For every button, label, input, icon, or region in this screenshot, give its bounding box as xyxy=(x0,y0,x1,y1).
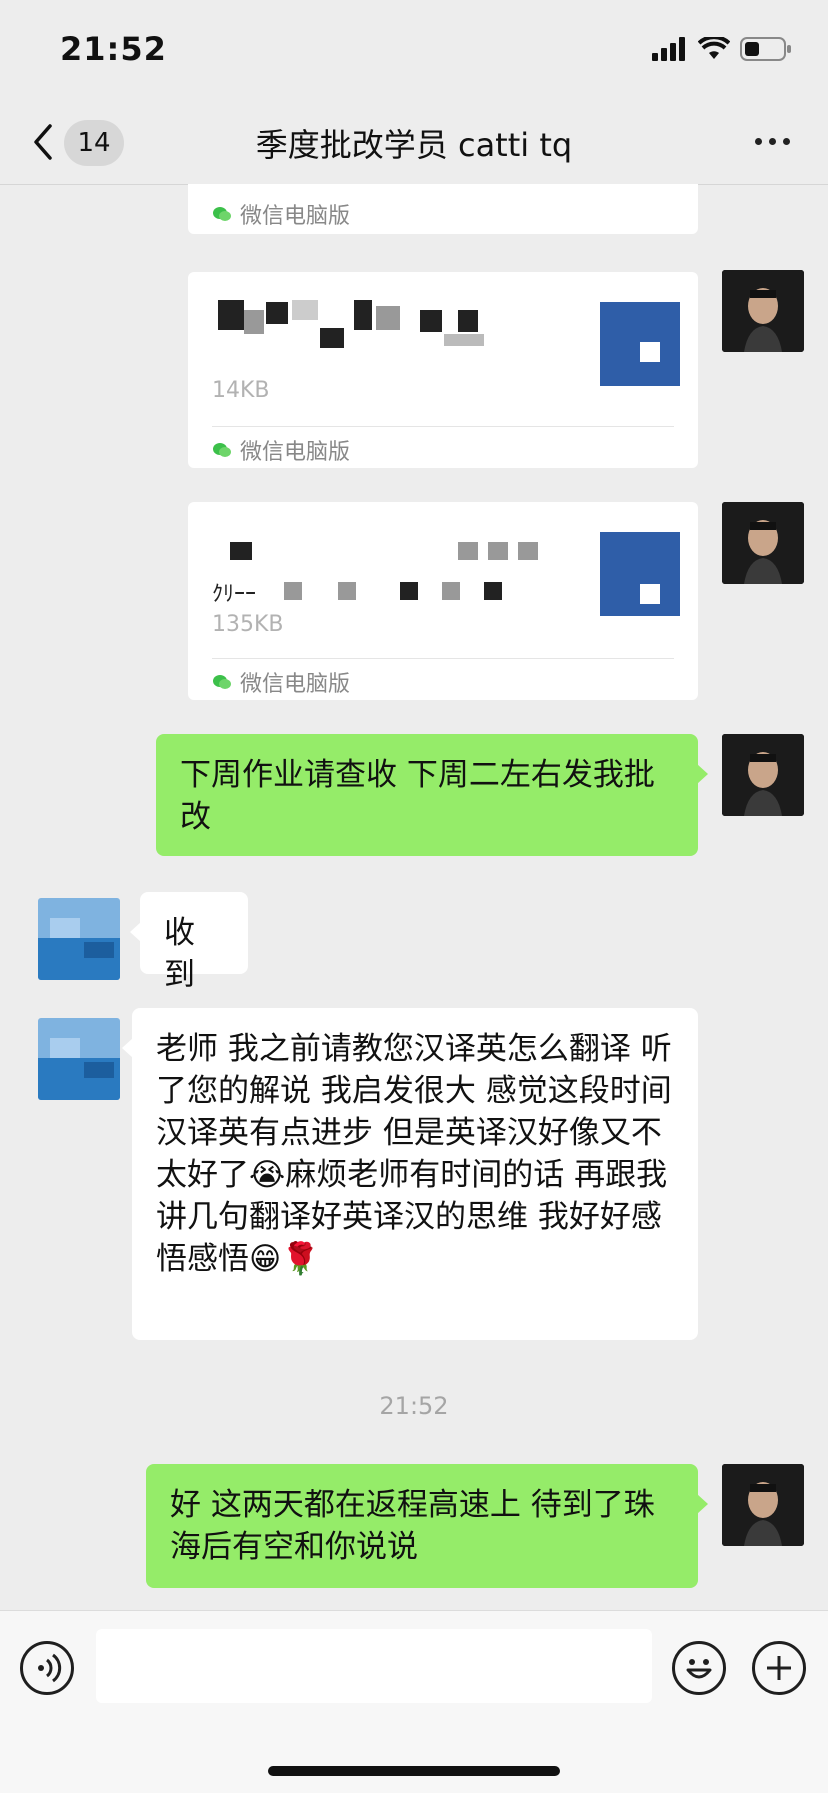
avatar[interactable] xyxy=(722,734,804,816)
message-input[interactable] xyxy=(96,1629,652,1703)
plus-icon[interactable] xyxy=(752,1641,806,1695)
message-text: 收到 xyxy=(164,915,195,993)
file-source-label: 微信电脑版 xyxy=(240,204,351,229)
file-message[interactable]: ｸﾘｰｰ 135KB 微信电脑版 xyxy=(188,502,698,700)
wechat-icon xyxy=(213,675,231,689)
emoji-icon[interactable] xyxy=(672,1641,726,1695)
avatar[interactable] xyxy=(722,1464,804,1546)
message-text: 老师 我之前请教您汉译英怎么翻译 听了您的解说 我启发很大 感觉这段时间汉译英有… xyxy=(156,1031,672,1277)
file-icon xyxy=(600,302,680,386)
message-bubble[interactable]: 收到 xyxy=(130,892,248,993)
file-size: 135KB xyxy=(212,612,284,637)
file-source-label: 微信电脑版 xyxy=(240,440,351,465)
file-icon xyxy=(600,532,680,616)
avatar[interactable] xyxy=(38,1018,120,1100)
message-text: 下周作业请查收 下周二左右发我批改 xyxy=(180,757,655,835)
file-source-label: 微信电脑版 xyxy=(240,672,351,697)
message-timestamp: 21:52 xyxy=(379,1392,449,1420)
wechat-icon xyxy=(213,443,231,457)
status-time: 21:52 xyxy=(60,30,167,68)
signal-icon xyxy=(652,37,685,61)
avatar[interactable] xyxy=(722,502,804,584)
message-text: 好 这两天都在返程高速上 待到了珠海后有空和你说说 xyxy=(170,1487,655,1565)
wechat-icon xyxy=(213,207,231,221)
more-icon[interactable] xyxy=(755,138,790,145)
message-bubble[interactable]: 好 这两天都在返程高速上 待到了珠海后有空和你说说 xyxy=(146,1464,708,1588)
avatar[interactable] xyxy=(722,270,804,352)
file-size: 14KB xyxy=(212,378,270,403)
file-name-fragment: ｸﾘｰｰ xyxy=(212,582,257,607)
battery-icon xyxy=(740,37,791,61)
status-icons xyxy=(652,36,792,62)
file-message[interactable]: 微信电脑版 xyxy=(188,184,698,234)
chat-title: 季度批改学员 catti tq xyxy=(255,126,573,164)
home-indicator[interactable] xyxy=(268,1766,560,1776)
wifi-icon xyxy=(698,37,730,59)
message-bubble[interactable]: 下周作业请查收 下周二左右发我批改 xyxy=(156,734,708,856)
avatar[interactable] xyxy=(38,898,120,980)
file-message[interactable]: 14KB 微信电脑版 xyxy=(188,272,698,468)
status-bar: 21:52 xyxy=(0,0,828,100)
message-bubble[interactable]: 老师 我之前请教您汉译英怎么翻译 听了您的解说 我启发很大 感觉这段时间汉译英有… xyxy=(122,1008,698,1340)
chat-header: 14 季度批改学员 catti tq xyxy=(0,100,828,185)
voice-icon[interactable] xyxy=(20,1641,74,1695)
